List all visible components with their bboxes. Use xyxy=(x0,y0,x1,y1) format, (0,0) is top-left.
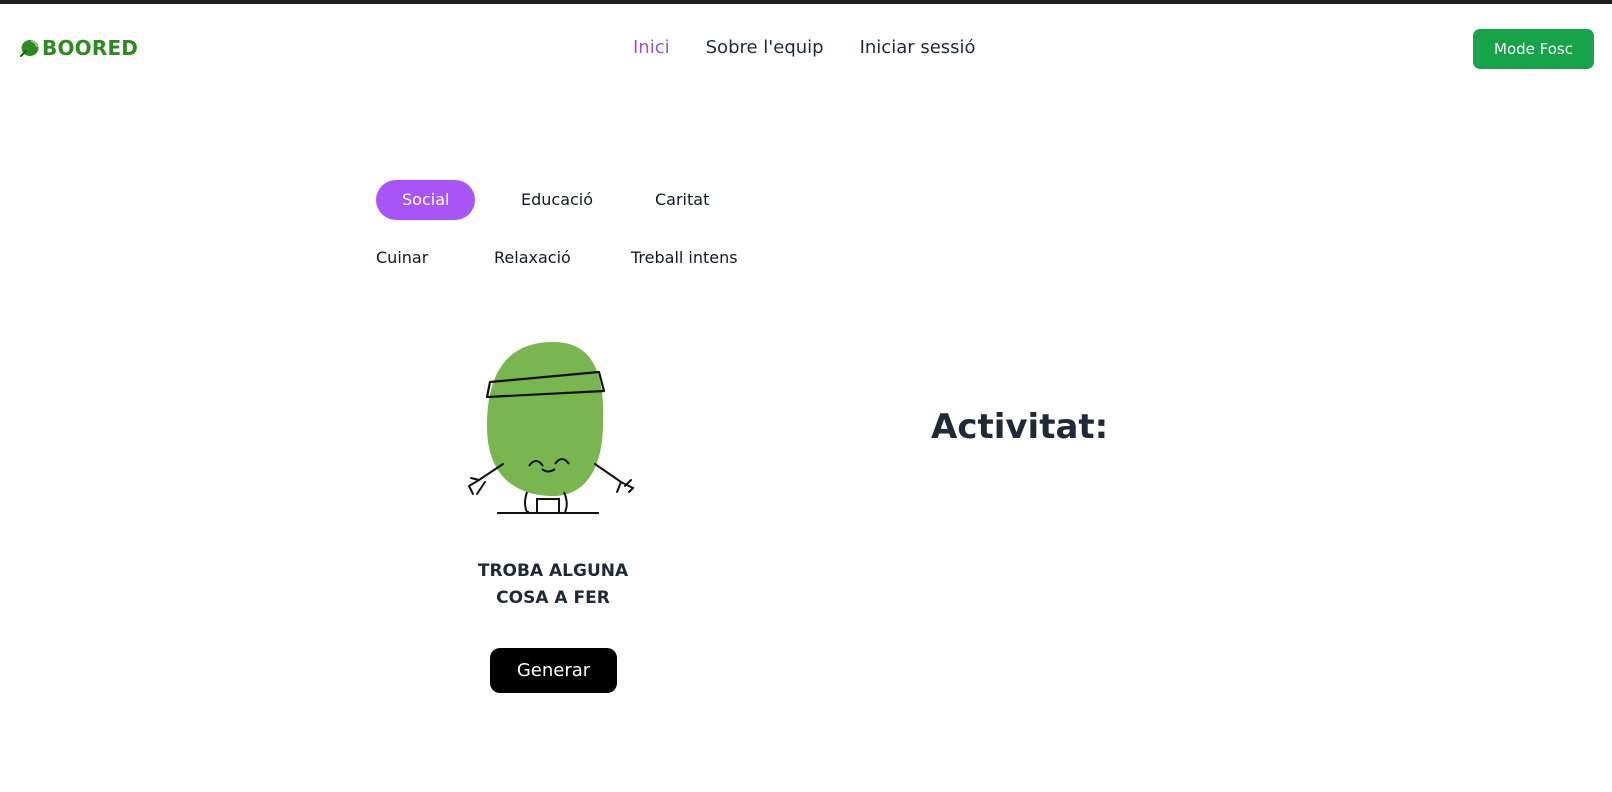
main-nav: Inici Sobre l'equip Iniciar sessió xyxy=(633,37,976,58)
activity-heading: Activitat: xyxy=(931,407,1109,447)
category-cuinar[interactable]: Cuinar xyxy=(350,238,454,278)
logo-link[interactable]: BOORED xyxy=(18,36,138,60)
prompt-line-2: COSA A FER xyxy=(496,588,610,608)
category-relaxacio[interactable]: Relaxació xyxy=(468,238,597,278)
generate-button[interactable]: Generar xyxy=(490,648,617,693)
site-header: BOORED Inici Sobre l'equip Iniciar sessi… xyxy=(0,4,1612,94)
nav-link-inici[interactable]: Inici xyxy=(633,37,670,58)
category-treball-intens[interactable]: Treball intens xyxy=(605,238,764,278)
nav-link-sobre-equip[interactable]: Sobre l'equip xyxy=(706,37,824,58)
category-social[interactable]: Social xyxy=(376,180,476,220)
dark-mode-button[interactable]: Mode Fosc xyxy=(1473,29,1594,69)
category-caritat[interactable]: Caritat xyxy=(629,180,735,220)
find-something-prompt: TROBA ALGUNA COSA A FER xyxy=(453,558,653,612)
mascot-illustration xyxy=(467,342,635,514)
prompt-line-1: TROBA ALGUNA xyxy=(477,561,629,581)
nav-link-iniciar-sessio[interactable]: Iniciar sessió xyxy=(860,37,976,58)
category-educacio[interactable]: Educació xyxy=(495,180,619,220)
logo-text: BOORED xyxy=(42,36,139,60)
leaf-logo-icon xyxy=(20,40,39,57)
